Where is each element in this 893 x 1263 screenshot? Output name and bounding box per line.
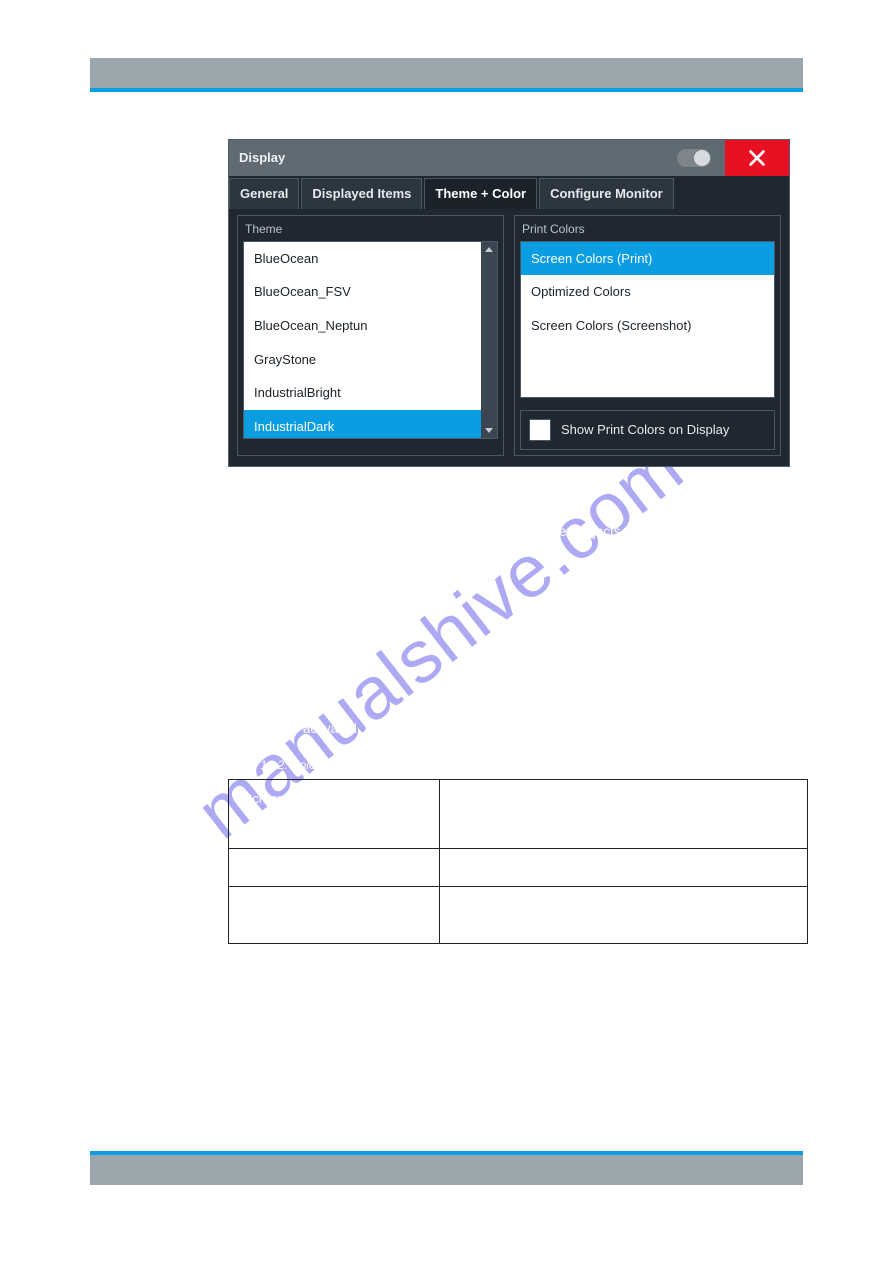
theme-listbox[interactable]: BlueOceanBlueOcean_FSVBlueOcean_NeptunGr… bbox=[243, 241, 498, 439]
table-cell-description: The current screen colors without any ch… bbox=[440, 887, 808, 943]
tab-displayed-items[interactable]: Displayed Items bbox=[301, 178, 422, 209]
table-cell-description: Optimized color settings are used; impro… bbox=[440, 848, 808, 887]
show-print-colors-checkbox[interactable] bbox=[529, 419, 551, 441]
theme-item[interactable]: IndustrialDark bbox=[244, 410, 497, 438]
printcolors-opt: If "Show Print Colors on Display" is act… bbox=[90, 720, 793, 738]
theme-remote-cmd: DISPlay:THEMe:SELect bbox=[90, 612, 793, 630]
tab-bar: GeneralDisplayed ItemsTheme + ColorConfi… bbox=[229, 176, 789, 209]
theme-item[interactable]: BlueOcean_Neptun bbox=[244, 309, 497, 343]
tab-theme-color[interactable]: Theme + Color bbox=[424, 178, 537, 209]
page-header-text: R&S®FPL1000 Common instrument settings bbox=[90, 26, 793, 42]
print-colors-panel: Print Colors Screen Colors (Print)Optimi… bbox=[514, 215, 781, 456]
theme-subtitle: Theme bbox=[90, 489, 793, 507]
table-cell-option: "Screen Colors (Print)" bbox=[229, 779, 440, 848]
print-color-item[interactable]: Optimized Colors bbox=[521, 275, 774, 309]
page-header-band bbox=[90, 58, 803, 92]
table-row: "Screen Colors (Screenshot)"The current … bbox=[229, 887, 808, 943]
tab-configure-monitor[interactable]: Configure Monitor bbox=[539, 178, 674, 209]
print-colors-label: Print Colors bbox=[520, 221, 775, 237]
show-print-colors-row[interactable]: Show Print Colors on Display bbox=[520, 410, 775, 450]
theme-label: Theme bbox=[243, 221, 498, 237]
table-cell-description: The current screen colors are used for t… bbox=[440, 779, 808, 848]
close-button[interactable] bbox=[725, 140, 789, 176]
theme-default: The default theme is "IndustrialDark". bbox=[90, 557, 793, 575]
theme-remote-label: Remote command: bbox=[90, 592, 793, 610]
header-right: Common instrument settings bbox=[640, 26, 793, 42]
theme-item[interactable]: BlueOcean_FSV bbox=[244, 275, 497, 309]
tab-general[interactable]: General bbox=[229, 178, 299, 209]
theme-item[interactable]: BlueOcean bbox=[244, 242, 497, 276]
scrollbar[interactable] bbox=[481, 242, 497, 438]
access-line: Access: [Setup] > "Display" > "Theme + C… bbox=[90, 105, 793, 121]
theme-panel: Theme BlueOceanBlueOcean_FSVBlueOcean_Ne… bbox=[237, 215, 504, 456]
table-row: "Screen Colors (Print)"The current scree… bbox=[229, 779, 808, 848]
table-caption: Table 10-2: Color setting options bbox=[228, 757, 793, 773]
footer-left: User Manual 1179.5860.02 ─ 12 bbox=[90, 1203, 262, 1219]
footer-right: 723 bbox=[773, 1203, 793, 1219]
dialog-title: Display bbox=[239, 149, 285, 167]
table-cell-option: "Optimized Colors" bbox=[229, 848, 440, 887]
dialog-title-bar: Display bbox=[229, 140, 789, 176]
print-color-item[interactable]: Screen Colors (Screenshot) bbox=[521, 309, 774, 343]
table-row: "Optimized Colors"Optimized color settin… bbox=[229, 848, 808, 887]
theme-item[interactable]: GrayStone bbox=[244, 343, 497, 377]
print-colors-listbox[interactable]: Screen Colors (Print)Optimized ColorsScr… bbox=[520, 241, 775, 398]
remote-command-label: Remote command: bbox=[90, 962, 793, 980]
dialog-toggle[interactable] bbox=[677, 149, 711, 167]
remote-command: HCOPy:CMAP<it>:DEFault<ci> bbox=[90, 982, 793, 1000]
print-color-item[interactable]: Screen Colors (Print) bbox=[521, 242, 774, 276]
color-options-table: "Screen Colors (Print)"The current scree… bbox=[228, 779, 808, 944]
show-print-colors-label: Show Print Colors on Display bbox=[561, 421, 729, 439]
header-left: R&S®FPL1000 bbox=[90, 26, 172, 42]
page-footer-band bbox=[90, 1151, 803, 1185]
display-dialog: Display GeneralDisplayed ItemsTheme + Co… bbox=[228, 139, 790, 467]
theme-desc: The theme defines the colors and style u… bbox=[90, 523, 793, 541]
table-cell-option: "Screen Colors (Screenshot)" bbox=[229, 887, 440, 943]
theme-item[interactable]: IndustrialBright bbox=[244, 376, 497, 410]
printcolors-desc: Defines the color settings used for prin… bbox=[90, 686, 793, 704]
close-icon bbox=[746, 147, 768, 169]
printcolors-subtitle: Print Colors bbox=[90, 652, 793, 670]
